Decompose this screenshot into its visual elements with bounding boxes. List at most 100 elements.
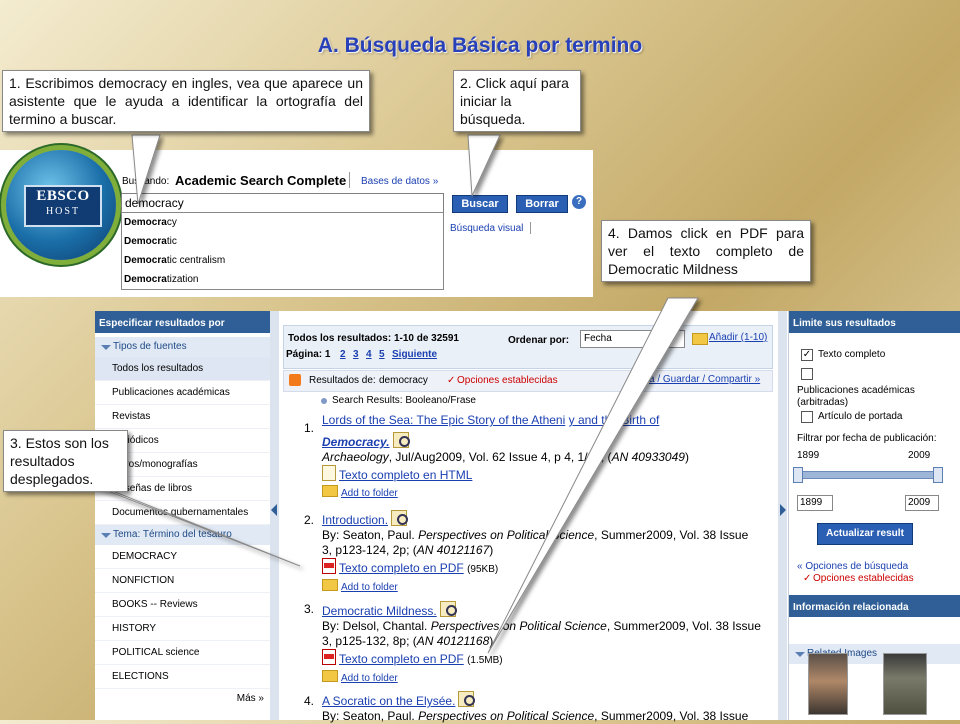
subject-item[interactable]: POLITICAL science [95,641,270,665]
full-text-label: Texto completo [818,349,886,360]
search-input[interactable]: democracy [121,193,444,213]
next-page-link[interactable]: Siguiente [392,349,437,360]
databases-link[interactable]: Bases de datos » [361,176,438,187]
result-meta: , Jul/Aug2009, Vol. 62 Issue 4, p [388,450,561,464]
result-meta-cont: 3, p125-132, 8p; ( [322,634,417,648]
page-link-2[interactable]: 2 [340,349,346,360]
journal-name: Archaeology [322,450,389,464]
related-image-thumb[interactable] [808,653,848,715]
options-set-link[interactable]: Opciones establecidas [813,573,914,584]
help-icon[interactable]: ? [572,195,586,209]
logo-text: EBSCO [36,188,90,204]
collapse-right-icon[interactable] [780,504,786,516]
right-limit-column: Limite sus resultados ✓ Texto completo P… [788,311,960,720]
callout-step-2: 2. Click aquí para iniciar la búsqueda. [453,70,581,132]
result-meta-cont: 3, p123-124, 2p; ( [322,543,417,557]
slide-title: A. Búsqueda Básica por termino [317,34,643,57]
options-set-link[interactable]: Opciones establecidas [457,375,558,386]
callout-step-4: 4. Damos click en PDF para ver el texto … [601,220,811,282]
result-title-highlight[interactable]: Democracy. [322,435,390,449]
result-title[interactable]: Democratic Mildness. [322,604,437,618]
search-options-link[interactable]: « Opciones de búsqueda [797,561,908,572]
full-text-pdf-link[interactable]: Texto completo en PDF [339,561,464,575]
facet-item[interactable]: Publicaciones académicas [95,381,270,405]
accession-number: AN 40121167 [416,543,490,557]
left-facet-column: Especificar resultados por Tipos de fuen… [95,311,271,720]
update-results-button[interactable]: Actualizar result [817,523,913,545]
facet-item[interactable]: Todos los resultados [95,357,270,381]
cover-checkbox[interactable] [801,411,813,423]
date-to-input[interactable]: 2009 [905,495,939,511]
result-title[interactable]: Lords of the Sea: The Epic Story of the … [322,413,565,427]
folder-icon [322,485,338,497]
slider-max-label: 2009 [908,450,931,461]
journal-name: Perspectives on Political Science [418,528,595,542]
accession-number: AN 40933049 [611,450,685,464]
suggestion-item[interactable]: Democratic [122,232,443,251]
add-to-folder-link[interactable]: Add to folder [341,673,398,684]
sort-select[interactable]: Fecha [580,330,685,348]
results-column: Todos los resultados: 1-10 de 32591 Orde… [279,311,776,723]
results-toolbar [283,325,773,369]
result-meta-end: ) [684,450,689,464]
journal-name: Perspectives on Political Science [430,619,607,633]
preview-icon[interactable] [392,432,410,448]
preview-icon[interactable] [391,510,409,526]
subject-item[interactable]: BOOKS -- Reviews [95,593,270,617]
subject-item[interactable]: NONFICTION [95,569,270,593]
check-icon: ✓ [447,375,456,386]
file-size: (95KB) [467,564,499,575]
subject-item[interactable]: DEMOCRACY [95,545,270,569]
slider-handle-right[interactable] [933,467,943,483]
visual-search-link[interactable]: Búsqueda visual [450,223,523,234]
result-number: 1. [304,421,315,435]
date-slider[interactable] [797,471,939,479]
sort-label: Ordenar por: [508,335,570,346]
result-number: 4. [304,694,315,708]
source-types-header[interactable]: Tipos de fuentes [95,337,270,357]
search-button[interactable]: Buscar [452,195,508,213]
suggestion-item[interactable]: Democracy [122,213,443,232]
page-link-4[interactable]: 4 [366,349,372,360]
add-results-link[interactable]: Añadir (1-10) [709,332,767,343]
page-link-3[interactable]: 3 [353,349,359,360]
result-title[interactable]: Introduction. [322,513,388,527]
add-to-folder-link[interactable]: Add to folder [341,488,398,499]
rss-icon[interactable] [289,374,301,386]
preview-icon[interactable] [458,691,476,707]
facet-item[interactable]: Documentos gubernamentales [95,501,270,525]
result-title-cont[interactable]: y and the Birth of [569,413,660,427]
result-meta: , Summer2009, Vol. 38 Issue [594,709,749,723]
collapse-left-icon[interactable] [271,504,277,516]
page-label: Página: 1 [286,349,331,360]
subject-item[interactable]: ELECTIONS [95,665,270,689]
cover-label: Artículo de portada [818,411,903,422]
full-text-pdf-link[interactable]: Texto completo en PDF [339,652,464,666]
logo-subtext: HOST [45,206,81,217]
facet-header: Especificar resultados por [95,311,270,333]
search-mode: Search Results: Booleano/Frase [332,395,476,406]
pdf-icon [322,558,336,574]
subject-item[interactable]: HISTORY [95,617,270,641]
preview-icon[interactable] [439,601,457,617]
slider-handle-left[interactable] [793,467,803,483]
full-text-checkbox[interactable]: ✓ [801,349,813,361]
clear-button[interactable]: Borrar [516,195,568,213]
suggestion-item[interactable]: Democratic centralism [122,251,443,270]
subject-header[interactable]: Tema: Término del tesauro [95,525,270,545]
more-link[interactable]: Más » [95,689,270,709]
callout-step-1: 1. Escribimos democracy en ingles, vea q… [2,70,370,132]
date-from-input[interactable]: 1899 [797,495,833,511]
academic-checkbox[interactable] [801,368,813,380]
result-title[interactable]: A Socratic on the Elysée. [322,694,455,708]
callout-step-3: 3. Estos son los resultados desplegados. [3,430,128,492]
full-text-html-link[interactable]: Texto completo en HTML [339,468,472,482]
page-link-5[interactable]: 5 [379,349,385,360]
facet-item[interactable]: Revistas [95,405,270,429]
print-save-share-link[interactable]: a / Guardar / Compartir » [649,374,760,385]
ebscohost-logo: EBSCO HOST [6,150,116,260]
add-to-folder-link[interactable]: Add to folder [341,582,398,593]
related-image-thumb[interactable] [883,653,927,715]
date-filter-label: Filtrar por fecha de publicación: [797,433,937,444]
suggestion-item[interactable]: Democratization [122,270,443,289]
